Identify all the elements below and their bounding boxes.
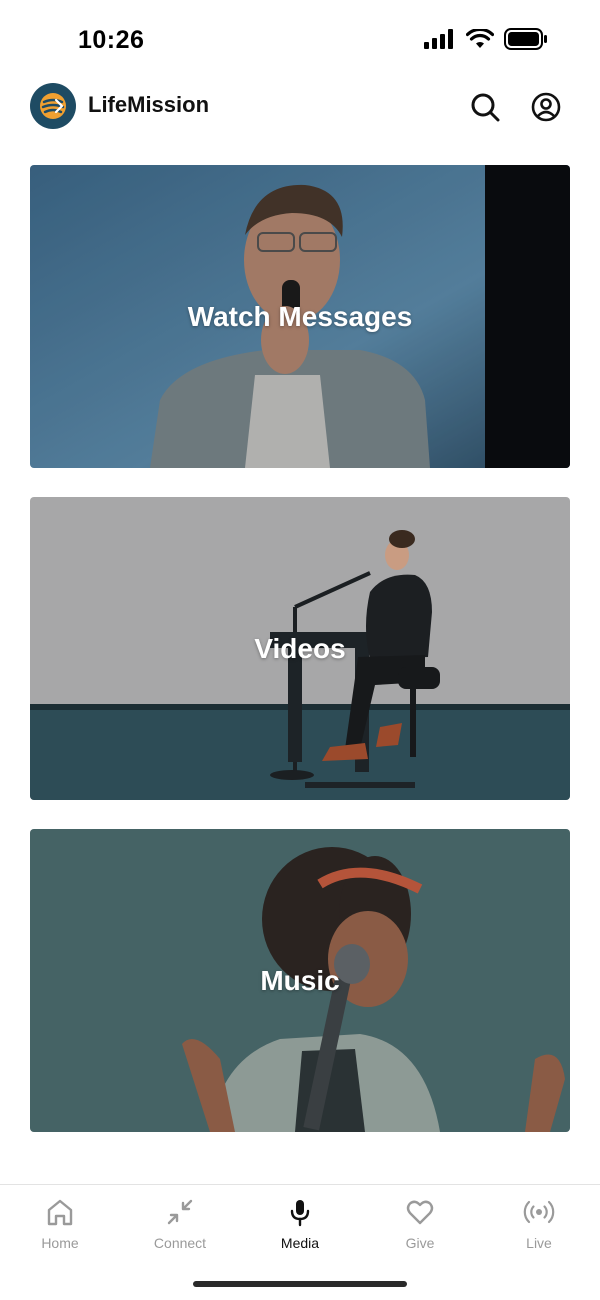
tab-connect-label: Connect — [153, 1235, 207, 1251]
search-button[interactable] — [468, 90, 502, 124]
heart-icon — [406, 1200, 434, 1225]
status-bar: 10:26 — [0, 0, 600, 80]
tab-live[interactable]: Live — [489, 1195, 589, 1255]
tab-home-label: Home — [41, 1235, 79, 1251]
tab-media[interactable]: Media — [250, 1195, 350, 1255]
tab-home[interactable]: Home — [10, 1195, 110, 1255]
microphone-icon — [290, 1200, 310, 1227]
home-icon — [47, 1199, 73, 1226]
wifi-icon — [466, 29, 494, 48]
music-label: Music — [260, 964, 340, 996]
app-header: LifeMission — [0, 80, 600, 134]
tab-give-label: Give — [405, 1235, 435, 1251]
status-time: 10:26 — [78, 26, 145, 54]
music-card[interactable]: Music — [30, 829, 570, 1132]
account-icon — [531, 92, 561, 122]
tab-live-label: Live — [526, 1235, 552, 1251]
app-logo — [30, 83, 76, 129]
videos-label: Videos — [254, 632, 346, 664]
connect-icon — [167, 1199, 193, 1225]
battery-icon — [504, 28, 547, 50]
watch-messages-card[interactable]: Watch Messages — [30, 165, 570, 468]
tab-give[interactable]: Give — [370, 1195, 470, 1255]
videos-card[interactable]: Videos — [30, 497, 570, 800]
tab-connect[interactable]: Connect — [130, 1195, 230, 1255]
status-icons — [424, 28, 548, 50]
search-icon — [471, 93, 500, 122]
account-button[interactable] — [529, 90, 563, 124]
cellular-signal-icon — [424, 29, 453, 49]
logo-icon — [40, 93, 66, 119]
tab-media-label: Media — [280, 1235, 320, 1251]
broadcast-icon — [523, 1200, 555, 1224]
app-title: LifeMission — [88, 92, 210, 117]
home-indicator[interactable] — [193, 1281, 407, 1287]
watch-messages-label: Watch Messages — [187, 300, 413, 332]
